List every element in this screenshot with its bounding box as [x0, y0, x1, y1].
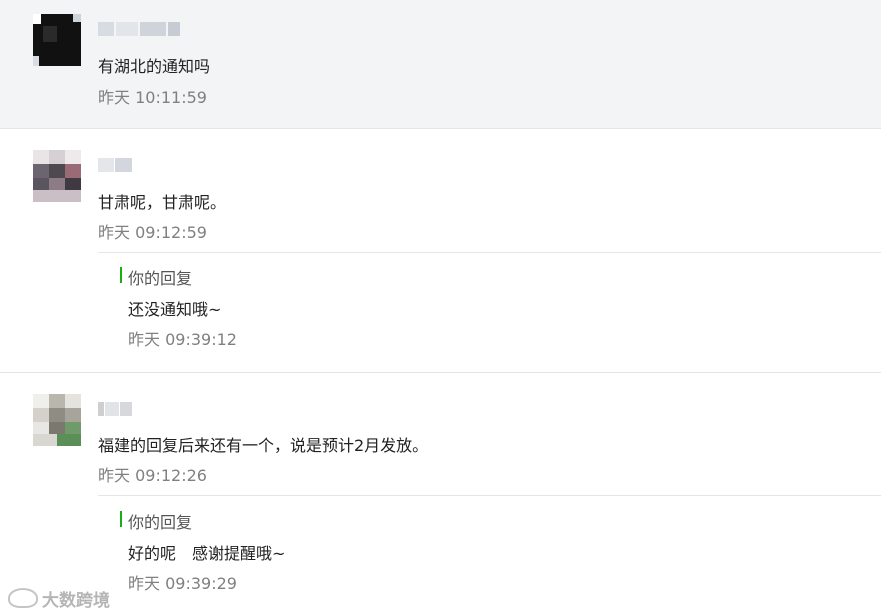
user-name-blurred [98, 402, 134, 416]
comment-time: 昨天 09:12:26 [98, 466, 207, 485]
watermark-text: 大数跨境 [42, 590, 110, 611]
reply-accent-bar [120, 511, 122, 527]
avatar[interactable] [33, 394, 81, 446]
watermark-logo-icon [8, 588, 38, 608]
comment-item[interactable]: 有湖北的通知吗 昨天 10:11:59 [0, 0, 881, 129]
comment-time: 昨天 09:12:59 [98, 223, 207, 242]
reply-time: 昨天 09:39:12 [128, 330, 237, 349]
divider [98, 495, 881, 496]
watermark: 大数跨境 [8, 586, 110, 611]
reply-time: 昨天 09:39:29 [128, 574, 237, 593]
comment-text: 有湖北的通知吗 [98, 57, 211, 76]
reply-text: 好的呢 感谢提醒哦~ [128, 544, 286, 563]
reply-accent-bar [120, 267, 122, 283]
reply-label: 你的回复 [128, 269, 193, 288]
user-name-blurred [98, 22, 182, 36]
avatar[interactable] [33, 150, 81, 202]
comment-text: 甘肃呢，甘肃呢。 [98, 193, 227, 212]
avatar[interactable] [33, 14, 81, 66]
reply-label: 你的回复 [128, 513, 193, 532]
divider [98, 252, 881, 253]
reply-text: 还没通知哦~ [128, 300, 222, 319]
comment-item[interactable]: 福建的回复后来还有一个，说是预计2月发放。 昨天 09:12:26 你的回复 好… [0, 373, 881, 614]
comment-item[interactable]: 甘肃呢，甘肃呢。 昨天 09:12:59 你的回复 还没通知哦~ 昨天 09:3… [0, 129, 881, 373]
comment-time: 昨天 10:11:59 [98, 88, 207, 107]
user-name-blurred [98, 158, 134, 172]
comment-text: 福建的回复后来还有一个，说是预计2月发放。 [98, 436, 429, 455]
